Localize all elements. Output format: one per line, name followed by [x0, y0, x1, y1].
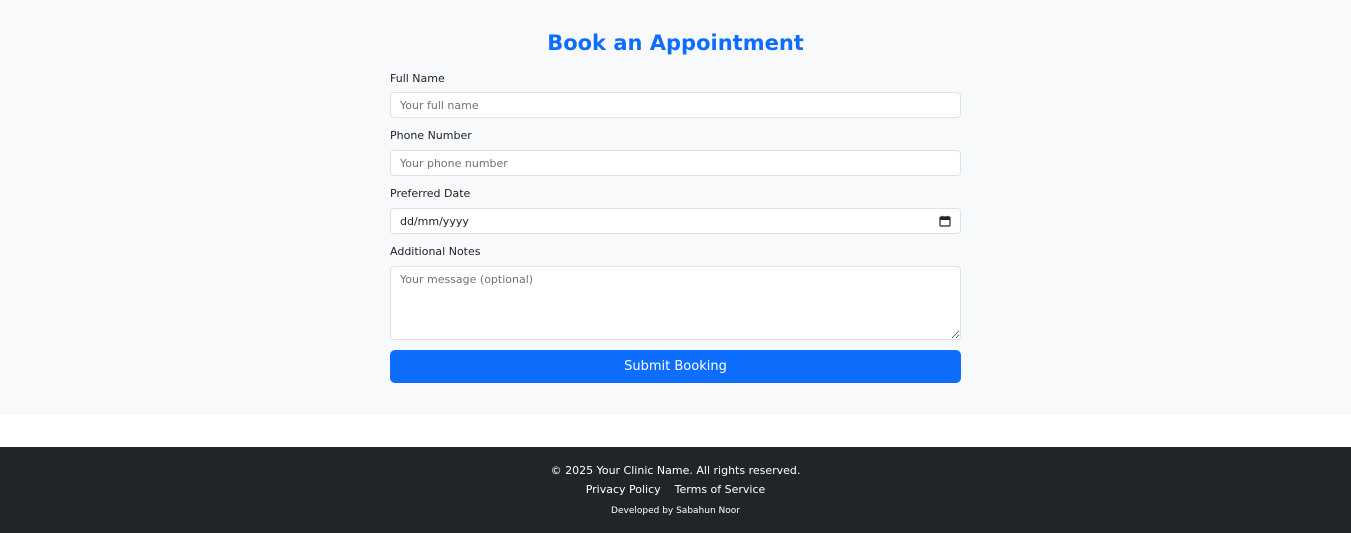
date-placeholder: dd/mm/yyyy — [400, 214, 469, 228]
privacy-policy-link[interactable]: Privacy Policy — [586, 483, 661, 497]
copyright-text: © 2025 Your Clinic Name. All rights rese… — [550, 464, 801, 477]
booking-section: Book an Appointment Full Name Phone Numb… — [0, 0, 1351, 415]
terms-of-service-link[interactable]: Terms of Service — [675, 483, 766, 497]
full-name-label: Full Name — [390, 72, 445, 85]
developer-credit: Developed by Sabahun Noor — [611, 506, 740, 516]
preferred-date-label: Preferred Date — [390, 187, 471, 200]
notes-label: Additional Notes — [390, 245, 481, 258]
footer: © 2025 Your Clinic Name. All rights rese… — [0, 447, 1351, 533]
footer-links: Privacy Policy Terms of Service — [0, 483, 1351, 497]
calendar-icon[interactable] — [939, 215, 951, 227]
phone-input[interactable] — [390, 150, 961, 176]
submit-booking-button[interactable]: Submit Booking — [390, 350, 961, 383]
full-name-input[interactable] — [390, 92, 961, 118]
preferred-date-input[interactable]: dd/mm/yyyy — [390, 208, 961, 234]
phone-label: Phone Number — [390, 129, 472, 142]
page-title: Book an Appointment — [547, 31, 804, 55]
notes-textarea[interactable] — [390, 266, 961, 340]
